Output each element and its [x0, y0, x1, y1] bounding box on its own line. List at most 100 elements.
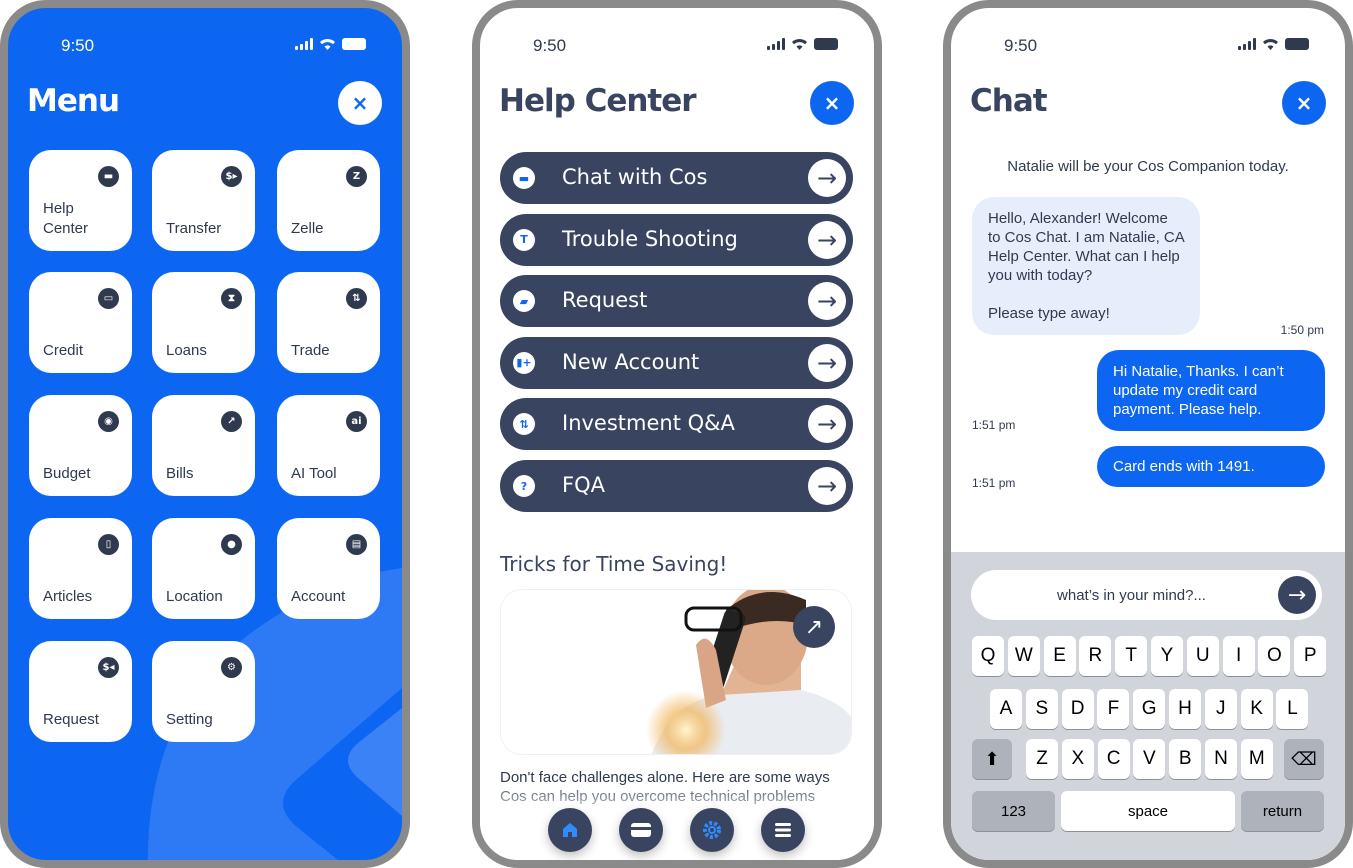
key-s[interactable]: S — [1025, 689, 1058, 729]
book-icon: ▯ — [98, 534, 119, 555]
key-a[interactable]: A — [990, 689, 1022, 729]
help-option-chat-with-cos[interactable]: ▬ Chat with Cos → — [500, 152, 853, 204]
menu-tile-location[interactable]: ● Location — [152, 518, 255, 619]
message-text: Hello, Alexander! Welcome to Cos Chat. I… — [988, 210, 1184, 284]
key-r[interactable]: R — [1079, 636, 1112, 676]
nav-menu-button[interactable] — [761, 808, 805, 852]
battery-icon — [342, 38, 366, 50]
send-button[interactable]: → — [1278, 576, 1316, 614]
arrow-right-icon: → — [1287, 582, 1307, 608]
help-option-request[interactable]: ▰ Request → — [500, 275, 853, 328]
shift-key[interactable]: ⬆ — [972, 739, 1012, 779]
close-button[interactable]: × — [1282, 81, 1326, 125]
signal-icon — [767, 38, 785, 50]
help-option-trouble-shooting[interactable]: T Trouble Shooting → — [500, 213, 853, 266]
key-d[interactable]: D — [1061, 689, 1094, 729]
menu-tile-label: Trade — [291, 342, 330, 359]
nav-settings-button[interactable] — [690, 808, 734, 852]
menu-tile-label: Account — [291, 588, 346, 605]
key-q[interactable]: Q — [972, 636, 1004, 676]
ai-icon: ai — [346, 411, 367, 432]
key-x[interactable]: X — [1061, 739, 1094, 779]
request-icon: ▰ — [513, 290, 535, 313]
key-z[interactable]: Z — [1026, 739, 1058, 779]
menu-tile-help-center[interactable]: ▬ Help Center — [29, 150, 132, 251]
menu-tile-label: Bills — [166, 465, 194, 482]
chat-screen: 9:50 Chat × Natalie will be your Cos Com… — [943, 0, 1353, 868]
key-w[interactable]: W — [1007, 636, 1040, 676]
menu-tile-trade[interactable]: ⇅ Trade — [277, 272, 380, 373]
menu-tile-loans[interactable]: ⧗ Loans — [152, 272, 255, 373]
key-i[interactable]: I — [1222, 636, 1255, 676]
menu-tile-articles[interactable]: ▯ Articles — [29, 518, 132, 619]
menu-tile-bills[interactable]: ↗ Bills — [152, 395, 255, 496]
key-f[interactable]: F — [1097, 689, 1130, 729]
numbers-key[interactable]: 123 — [972, 791, 1055, 831]
help-option-fqa[interactable]: ? FQA → — [500, 460, 853, 512]
open-article-button[interactable]: ↗ — [793, 606, 835, 648]
key-c[interactable]: C — [1097, 739, 1130, 779]
bottom-fade — [480, 788, 874, 860]
arrow-right-icon: → — [808, 159, 846, 197]
space-key[interactable]: space — [1061, 791, 1235, 831]
wifi-icon — [792, 39, 807, 50]
menu-tile-label: Setting — [166, 711, 213, 728]
menu-tile-setting[interactable]: ⚙ Setting — [152, 641, 255, 742]
tricks-image[interactable]: ↗ — [500, 589, 852, 755]
key-p[interactable]: P — [1294, 636, 1327, 676]
menu-tile-zelle[interactable]: Z Zelle — [277, 150, 380, 251]
menu-tile-request[interactable]: $◂ Request — [29, 641, 132, 742]
chat-icon: ▬ — [98, 166, 119, 187]
page-title: Help Center — [499, 83, 697, 119]
key-v[interactable]: V — [1133, 739, 1166, 779]
menu-tile-label: AI Tool — [291, 465, 337, 482]
help-option-new-account[interactable]: ▮+ New Account → — [500, 336, 853, 389]
agent-message-bubble: Hello, Alexander! Welcome to Cos Chat. I… — [972, 197, 1200, 335]
nav-home-button[interactable] — [548, 808, 592, 852]
close-button[interactable]: × — [338, 81, 382, 125]
message-text: Hi Natalie, Thanks. I can’t update my cr… — [1113, 363, 1284, 418]
message-timestamp: 1:51 pm — [972, 476, 1016, 490]
message-text: Please type away! — [988, 305, 1110, 322]
investment-icon: ⇅ — [513, 413, 535, 436]
return-key[interactable]: return — [1241, 791, 1324, 831]
menu-tile-label: Help Center — [43, 200, 89, 237]
help-option-label: Request — [562, 288, 648, 313]
key-e[interactable]: E — [1043, 636, 1076, 676]
donut-chart-icon: ◉ — [98, 411, 119, 432]
menu-tile-ai-tool[interactable]: ai AI Tool — [277, 395, 380, 496]
backspace-key[interactable]: ⌫ — [1284, 739, 1324, 779]
user-message-bubble: Card ends with 1491. — [1097, 446, 1325, 487]
key-b[interactable]: B — [1169, 739, 1202, 779]
close-button[interactable]: × — [810, 81, 854, 125]
status-bar: 9:50 — [8, 30, 402, 55]
message-timestamp: 1:50 pm — [1280, 323, 1324, 337]
menu-tile-label: Budget — [43, 465, 91, 482]
key-n[interactable]: N — [1205, 739, 1237, 779]
status-time: 9:50 — [1004, 36, 1038, 55]
menu-tile-account[interactable]: ▤ Account — [277, 518, 380, 619]
message-input[interactable] — [971, 570, 1322, 620]
key-u[interactable]: U — [1186, 636, 1219, 676]
gear-icon: ⚙ — [221, 657, 242, 678]
key-l[interactable]: L — [1276, 689, 1309, 729]
key-h[interactable]: H — [1169, 689, 1201, 729]
key-y[interactable]: Y — [1151, 636, 1183, 676]
key-k[interactable]: K — [1240, 689, 1273, 729]
help-option-investment-q-a[interactable]: ⇅ Investment Q&A → — [500, 398, 853, 451]
help-option-label: Chat with Cos — [562, 165, 708, 189]
menu-tile-label: Location — [166, 588, 223, 605]
card-icon — [631, 823, 651, 837]
message-text: Card ends with 1491. — [1113, 458, 1255, 475]
key-o[interactable]: O — [1258, 636, 1291, 676]
nav-cards-button[interactable] — [619, 808, 663, 852]
home-icon — [563, 823, 577, 837]
key-t[interactable]: T — [1115, 636, 1148, 676]
menu-tile-credit[interactable]: ▭ Credit — [29, 272, 132, 373]
key-g[interactable]: G — [1133, 689, 1166, 729]
key-j[interactable]: J — [1204, 689, 1237, 729]
menu-tile-transfer[interactable]: $▸ Transfer — [152, 150, 255, 251]
menu-tile-budget[interactable]: ◉ Budget — [29, 395, 132, 496]
key-m[interactable]: M — [1240, 739, 1273, 779]
credit-card-icon: ▭ — [98, 288, 119, 309]
